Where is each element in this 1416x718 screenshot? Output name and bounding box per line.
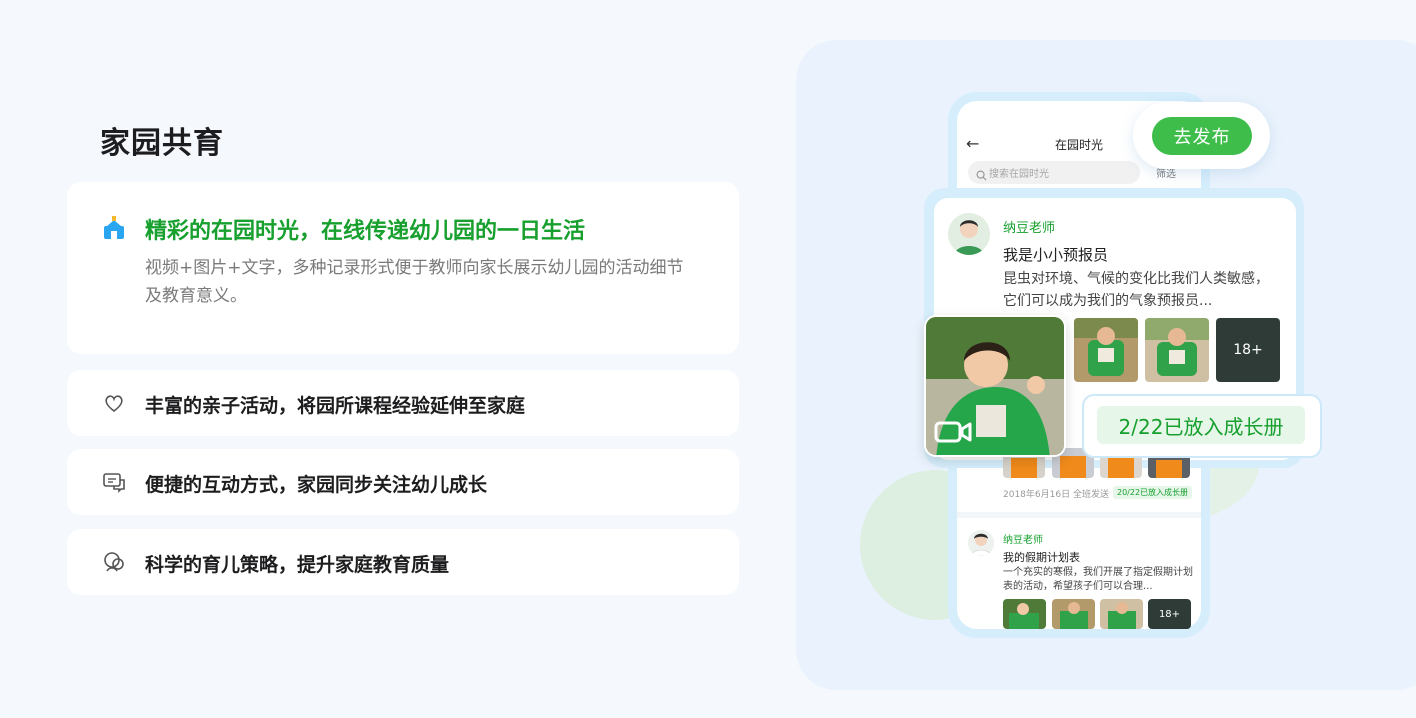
feature-card-interaction[interactable]: 便捷的互动方式，家园同步关注幼儿成长 [67,449,739,515]
video-camera-icon [934,419,972,449]
search-placeholder: 搜索在园时光 [989,169,1049,180]
heart-icon [101,390,127,416]
feature-title: 精彩的在园时光，在线传递幼儿园的一日生活 [145,219,586,244]
more-photos-count: 18+ [1158,608,1181,620]
post-author: 纳豆老师 [1003,221,1056,236]
photo-thumbnail[interactable] [1100,599,1143,629]
post-author: 纳豆老师 [1003,535,1043,546]
post-title: 我的假期计划表 [1003,551,1080,564]
divider [957,512,1201,518]
photo-thumbnail[interactable] [1074,318,1138,382]
phone-page-title: 在园时光 [1055,138,1104,152]
growth-book-tag: 20/22已放入成长册 [1113,486,1193,499]
photo-thumbnail[interactable] [1145,318,1209,382]
feature-card-family-activities[interactable]: 丰富的亲子活动，将园所课程经验延伸至家庭 [67,370,739,436]
search-icon [976,166,987,185]
post-body: 昆虫对环境、气候的变化比我们人类敏感，它们可以成为我们的气象预报员... [1003,271,1269,309]
growth-book-badge: 2/22已放入成长册 [1097,406,1305,444]
feature-title: 便捷的互动方式，家园同步关注幼儿成长 [145,474,488,496]
post-body: 一个充实的寒假，我们开展了指定假期计划表的活动，希望孩子们可以合理... [1003,567,1193,592]
kindergarten-icon [101,215,127,241]
more-photos-thumbnail[interactable]: 18+ [1216,318,1280,382]
search-input[interactable]: 搜索在园时光 [968,161,1140,184]
feature-title: 丰富的亲子活动，将园所课程经验延伸至家庭 [145,395,526,417]
more-photos-count: 18+ [1233,342,1263,358]
post-title: 我是小小预报员 [1003,246,1109,264]
photo-thumbnail[interactable] [1003,599,1046,629]
avatar [968,530,994,556]
back-arrow-icon[interactable]: ← [966,134,979,153]
publish-button[interactable]: 去发布 [1152,117,1252,155]
post-date: 2018年6月16日 全班发送 [1003,490,1109,500]
feature-title: 科学的育儿策略，提升家庭教育质量 [145,554,450,576]
more-photos-thumbnail[interactable]: 18+ [1148,599,1191,629]
photo-thumbnail[interactable] [1052,599,1095,629]
section-title: 家园共育 [100,126,224,161]
avatar [948,213,990,255]
parenting-icon [101,549,127,575]
feature-card-campus-time[interactable]: 精彩的在园时光，在线传递幼儿园的一日生活 视频+图片+文字，多种记录形式便于教师… [67,182,739,354]
feature-card-parenting[interactable]: 科学的育儿策略，提升家庭教育质量 [67,529,739,595]
chat-icon [101,469,127,495]
feature-description: 视频+图片+文字，多种记录形式便于教师向家长展示幼儿园的活动细节及教育意义。 [145,258,684,306]
